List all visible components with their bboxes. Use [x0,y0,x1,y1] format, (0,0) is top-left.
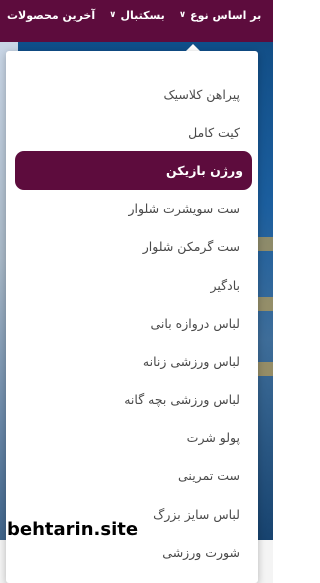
menu-item-kids-sportswear[interactable]: لباس ورزشی بچه گانه [6,381,258,419]
category-menu: پیراهن کلاسیک کیت کامل ورژن بازیکن ست سو… [6,75,258,571]
menu-item-womens-sportswear[interactable]: لباس ورزشی زنانه [6,342,258,380]
nav-item-latest-products[interactable]: آخرین محصولات [0,0,102,30]
menu-item-classic-shirt[interactable]: پیراهن کلاسیک [6,75,258,113]
menu-item-polo-shirt[interactable]: پولو شرت [6,419,258,457]
nav-item-label: بسکتبال [120,8,165,22]
menu-item-training-set[interactable]: ست تمرینی [6,457,258,495]
dropdown-pointer [186,44,200,51]
nav-item-label: بر اساس نوع [190,8,262,22]
menu-item-tracksuit-set[interactable]: ست گرمکن شلوار [6,228,258,266]
menu-item-full-kit[interactable]: کیت کامل [6,113,258,151]
watermark-text: behtarin.site [7,519,139,540]
chevron-down-icon: ∨ [109,10,117,20]
nav-item-by-type[interactable]: بر اساس نوع ∨ [172,0,268,30]
category-dropdown: پیراهن کلاسیک کیت کامل ورژن بازیکن ست سو… [6,51,258,583]
menu-item-player-version[interactable]: ورژن بازیکن [15,151,252,190]
nav-item-basketball[interactable]: بسکتبال ∨ [102,0,172,30]
menu-item-sweatshirt-pants-set[interactable]: ست سویشرت شلوار [6,190,258,228]
main-navbar: بر اساس نوع ∨ بسکتبال ∨ آخرین محصولات [0,0,273,42]
menu-item-goalkeeper-kit[interactable]: لباس دروازه بانی [6,304,258,342]
menu-item-windbreaker[interactable]: بادگیر [6,266,258,304]
chevron-down-icon: ∨ [178,10,187,20]
nav-item-label: آخرین محصولات [7,8,96,22]
